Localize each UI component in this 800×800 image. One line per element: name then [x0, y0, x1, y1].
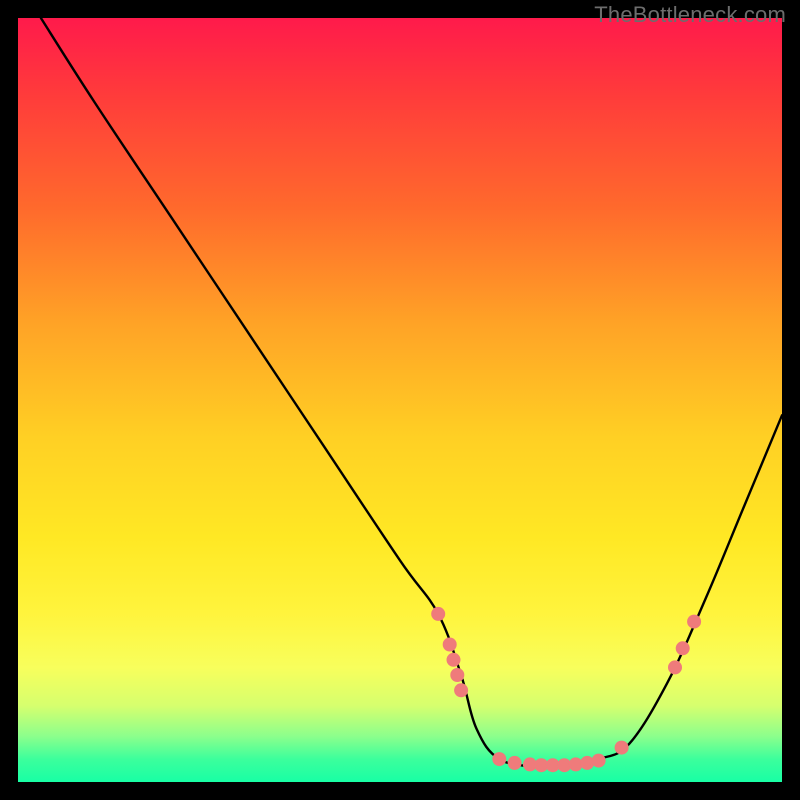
data-marker: [447, 653, 461, 667]
watermark-text: TheBottleneck.com: [594, 2, 786, 28]
data-marker: [615, 741, 629, 755]
data-marker: [508, 756, 522, 770]
data-marker: [534, 758, 548, 772]
data-marker: [454, 683, 468, 697]
plot-area: [18, 18, 782, 782]
data-marker: [676, 641, 690, 655]
data-marker: [546, 758, 560, 772]
data-marker: [450, 668, 464, 682]
data-marker: [592, 754, 606, 768]
chart-frame: TheBottleneck.com: [0, 0, 800, 800]
marker-group: [431, 607, 701, 772]
data-marker: [492, 752, 506, 766]
data-marker: [431, 607, 445, 621]
data-marker: [580, 756, 594, 770]
bottleneck-curve: [41, 18, 782, 768]
data-marker: [443, 638, 457, 652]
data-marker: [687, 615, 701, 629]
data-marker: [668, 660, 682, 674]
data-marker: [523, 757, 537, 771]
data-marker: [569, 757, 583, 771]
data-marker: [557, 758, 571, 772]
curve-layer: [18, 18, 782, 782]
